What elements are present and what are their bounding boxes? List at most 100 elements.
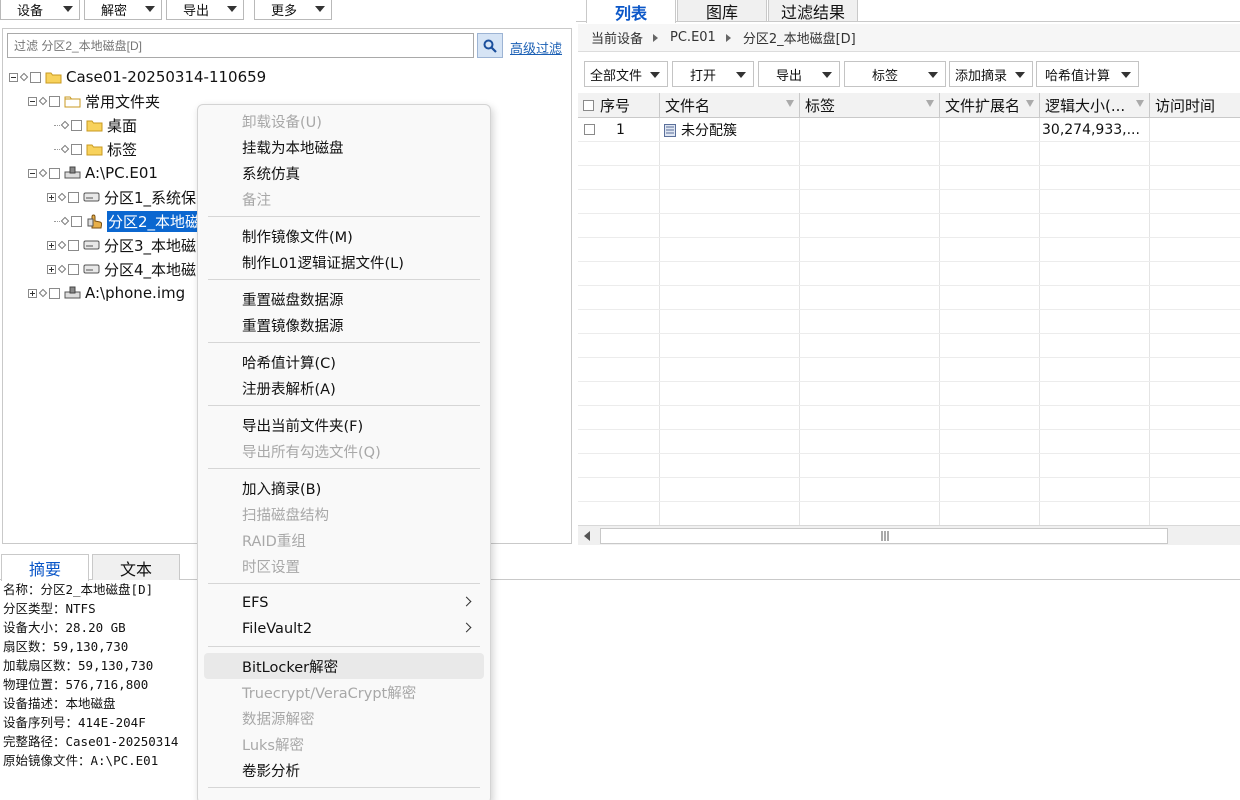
- expand-icon[interactable]: [47, 264, 56, 274]
- scrollbar-thumb[interactable]: [600, 528, 1168, 544]
- breadcrumb-partition[interactable]: 分区2_本地磁盘[D]: [743, 28, 856, 47]
- collapse-icon[interactable]: [9, 72, 18, 82]
- all-files-label: 全部文件: [589, 68, 642, 84]
- advanced-filter-link[interactable]: 高级过滤: [510, 38, 562, 57]
- breadcrumb-current-device[interactable]: 当前设备: [591, 28, 643, 47]
- tag-dropdown[interactable]: 标签: [844, 61, 946, 87]
- table-row-empty: [578, 166, 1240, 190]
- column-access-time[interactable]: 访问时间: [1150, 93, 1240, 118]
- collapse-icon[interactable]: [28, 168, 37, 178]
- menu-item-label: 导出当前文件夹(F): [242, 418, 364, 435]
- expand-icon[interactable]: [28, 288, 37, 298]
- menu-item-mount-local[interactable]: 挂载为本地磁盘: [204, 134, 484, 160]
- tab-list[interactable]: 列表: [586, 0, 676, 23]
- select-all-checkbox[interactable]: [583, 100, 594, 111]
- menu-item-label: 制作镜像文件(M): [242, 229, 353, 246]
- tree-node-phone-image[interactable]: A:\phone.img: [28, 282, 185, 304]
- filter-icon[interactable]: [926, 100, 934, 107]
- column-index-label: 序号: [600, 97, 631, 115]
- decrypt-menu-button[interactable]: 解密: [84, 0, 162, 20]
- menu-item-reset-disk-source[interactable]: 重置磁盘数据源: [204, 286, 484, 312]
- menu-item-registry[interactable]: 注册表解析(A): [204, 375, 484, 401]
- menu-item-system-sim[interactable]: 系统仿真: [204, 160, 484, 186]
- info-line: 设备大小：28.20 GB: [3, 620, 126, 635]
- export-dropdown[interactable]: 导出: [758, 61, 840, 87]
- info-line: 分区类型：NTFS: [3, 601, 96, 616]
- search-button[interactable]: [477, 33, 503, 58]
- collapse-icon[interactable]: [28, 96, 37, 106]
- filter-icon[interactable]: [1136, 100, 1144, 107]
- checkbox[interactable]: [49, 167, 60, 179]
- menu-item-efs[interactable]: EFS: [204, 590, 484, 616]
- checkbox[interactable]: [30, 71, 41, 83]
- column-index[interactable]: 序号: [578, 93, 660, 118]
- view-tabbar: 列表 图库 过滤结果: [576, 0, 1240, 23]
- tree-node-case[interactable]: Case01-20250314-110659: [9, 66, 266, 88]
- column-extension[interactable]: 文件扩展名: [940, 93, 1040, 118]
- menu-item-filevault[interactable]: FileVault2: [204, 616, 484, 642]
- checkbox[interactable]: [71, 143, 82, 155]
- decrypt-menu-label: 解密: [101, 4, 128, 19]
- horizontal-scrollbar[interactable]: [578, 525, 1240, 545]
- grip-icon: [881, 531, 889, 541]
- main-toolbar: 设备 解密 导出 更多: [0, 0, 576, 22]
- checkbox[interactable]: [49, 287, 60, 299]
- tree-node-common-folders[interactable]: 常用文件夹: [28, 90, 160, 112]
- tree-node-tags[interactable]: 标签: [54, 138, 137, 160]
- tree-node-partition2[interactable]: 分区2_本地磁: [54, 210, 202, 232]
- table-row[interactable]: 1 未分配簇 30,274,933,...: [578, 118, 1240, 142]
- tree-node-partition3[interactable]: 分区3_本地磁: [47, 234, 196, 256]
- menu-item-hash-calc[interactable]: 哈希值计算(C): [204, 349, 484, 375]
- device-menu-button[interactable]: 设备: [0, 0, 80, 20]
- breadcrumb-device[interactable]: PC.E01: [670, 30, 716, 45]
- column-extension-label: 文件扩展名: [945, 97, 1021, 115]
- tab-filter-results[interactable]: 过滤结果: [768, 0, 858, 22]
- tree-node-desktop[interactable]: 桌面: [54, 114, 137, 136]
- diamond-icon: [57, 192, 67, 202]
- filter-icon[interactable]: [1026, 100, 1034, 107]
- tab-gallery[interactable]: 图库: [677, 0, 767, 22]
- menu-item-reset-image-source[interactable]: 重置镜像数据源: [204, 312, 484, 338]
- menu-item-shadow-copy[interactable]: 卷影分析: [204, 757, 484, 783]
- checkbox[interactable]: [68, 263, 79, 275]
- menu-item-export-folder[interactable]: 导出当前文件夹(F): [204, 412, 484, 438]
- tree-node-pc-image[interactable]: A:\PC.E01: [28, 162, 158, 184]
- menu-item-label: 哈希值计算(C): [242, 355, 336, 372]
- all-files-dropdown[interactable]: 全部文件: [584, 61, 668, 87]
- menu-item-add-excerpt[interactable]: 加入摘录(B): [204, 475, 484, 501]
- table-row-empty: [578, 454, 1240, 478]
- add-excerpt-dropdown[interactable]: 添加摘录: [949, 61, 1033, 87]
- menu-item-bitlocker[interactable]: BitLocker解密: [204, 653, 484, 679]
- checkbox[interactable]: [71, 119, 82, 131]
- tree-node-partition1[interactable]: 分区1_系统保: [47, 186, 196, 208]
- open-label: 打开: [689, 68, 716, 84]
- menu-item-make-l01[interactable]: 制作L01逻辑证据文件(L): [204, 249, 484, 275]
- menu-item-make-image[interactable]: 制作镜像文件(M): [204, 223, 484, 249]
- more-menu-button[interactable]: 更多: [254, 0, 332, 20]
- common-folders-label: 常用文件夹: [85, 92, 161, 111]
- export-menu-button[interactable]: 导出: [166, 0, 244, 20]
- menu-item-label: 重置磁盘数据源: [242, 292, 344, 309]
- filter-input[interactable]: [7, 33, 474, 58]
- column-size[interactable]: 逻辑大小(...: [1040, 93, 1150, 118]
- open-dropdown[interactable]: 打开: [672, 61, 754, 87]
- checkbox[interactable]: [49, 95, 60, 107]
- tags-label: 标签: [107, 140, 138, 159]
- tree-node-partition4[interactable]: 分区4_本地磁: [47, 258, 196, 280]
- column-tag[interactable]: 标签: [800, 93, 940, 118]
- tab-text[interactable]: 文本: [92, 554, 180, 580]
- checkbox[interactable]: [68, 239, 79, 251]
- tab-summary[interactable]: 摘要: [1, 554, 89, 581]
- checkbox[interactable]: [68, 191, 79, 203]
- info-line: 加载扇区数：59,130,730: [3, 658, 154, 673]
- filter-icon[interactable]: [786, 100, 794, 107]
- expand-icon[interactable]: [47, 192, 56, 202]
- hash-dropdown[interactable]: 哈希值计算: [1036, 61, 1139, 87]
- checkbox[interactable]: [71, 215, 82, 227]
- column-filename[interactable]: 文件名: [660, 93, 800, 118]
- expand-icon[interactable]: [47, 240, 56, 250]
- menu-separator: [208, 646, 480, 647]
- menu-item-label: 时区设置: [242, 559, 300, 576]
- scroll-left-icon[interactable]: [584, 531, 590, 541]
- row-checkbox[interactable]: [584, 124, 595, 135]
